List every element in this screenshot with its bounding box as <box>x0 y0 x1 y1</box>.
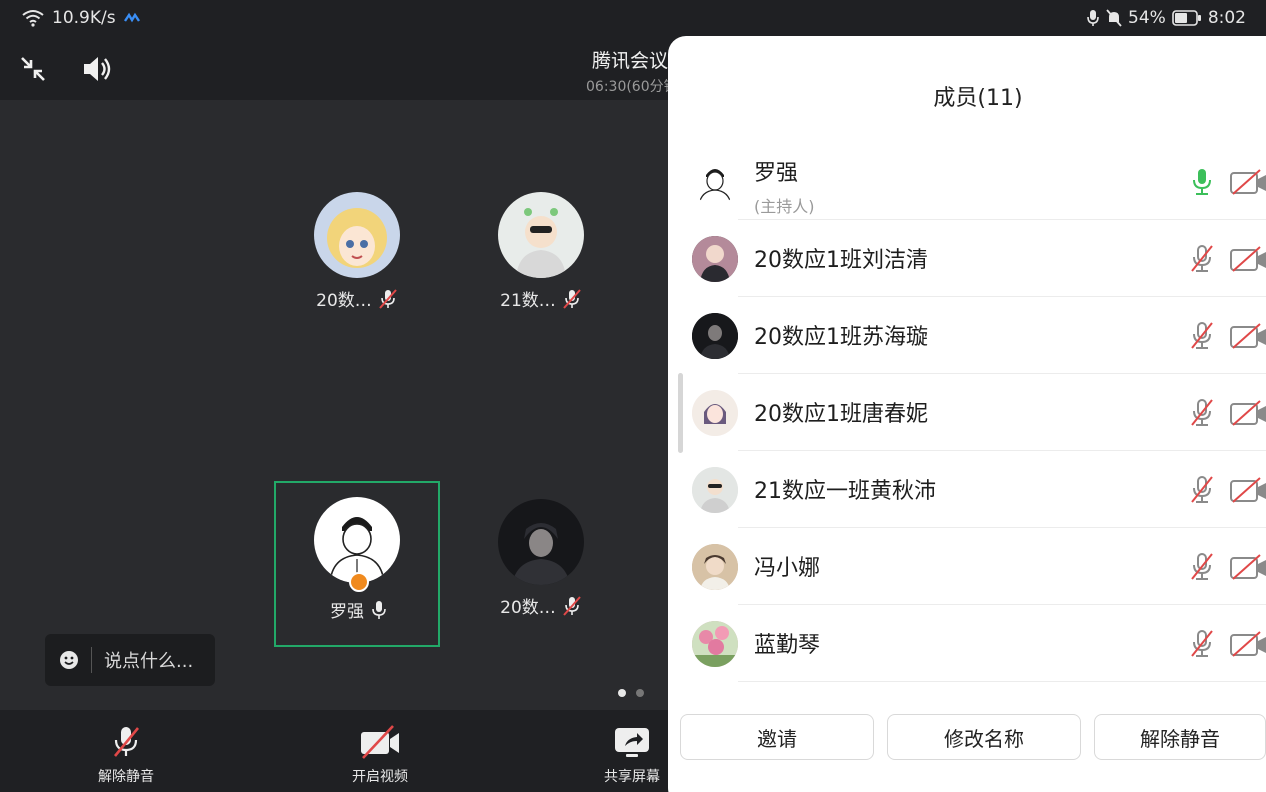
meeting-time: 06:30(60分钟 <box>586 79 678 95</box>
camera-off-icon[interactable] <box>1230 323 1266 349</box>
sync-icon <box>123 12 140 23</box>
mic-muted-icon <box>113 727 140 757</box>
chat-placeholder: 说点什么... <box>104 651 194 672</box>
participant-tile-active[interactable]: 罗强 <box>274 481 440 647</box>
meeting-screen: 10.9K/s 54% 8:02 腾讯会议 06:30(60分钟 20数… 21… <box>0 0 1266 792</box>
mute-notification-icon <box>1106 9 1122 27</box>
share-screen-label: 共享屏幕 <box>604 769 660 785</box>
host-badge-icon <box>349 572 369 592</box>
participant-tile[interactable]: 20数… <box>458 483 624 649</box>
unmute-all-button[interactable]: 解除静音 <box>1094 714 1266 760</box>
mic-status-icon <box>1087 10 1099 26</box>
mic-on-icon <box>372 600 386 619</box>
avatar <box>692 313 738 359</box>
avatar <box>692 544 738 590</box>
mic-muted-icon[interactable] <box>1188 552 1216 582</box>
share-screen-icon <box>615 728 649 757</box>
camera-off-icon[interactable] <box>1230 554 1266 580</box>
divider <box>91 647 92 673</box>
page-indicator <box>618 689 644 697</box>
avatar <box>498 192 584 278</box>
start-video-label: 开启视频 <box>352 769 408 785</box>
mic-on-icon[interactable] <box>1188 167 1216 197</box>
participant-name: 20数… <box>316 291 372 311</box>
participant-tile[interactable]: 20数… <box>274 176 440 342</box>
camera-off-icon[interactable] <box>1230 246 1266 272</box>
mic-muted-icon[interactable] <box>1188 475 1216 505</box>
panel-title: 成员(11) <box>933 86 1023 111</box>
mic-muted-icon <box>563 288 581 309</box>
member-name: 21数应一班黄秋沛 <box>754 479 936 504</box>
page-dot-current[interactable] <box>618 689 626 697</box>
mic-muted-icon[interactable] <box>1188 244 1216 274</box>
avatar <box>692 621 738 667</box>
participant-name: 21数… <box>500 291 556 311</box>
avatar <box>692 236 738 282</box>
mic-muted-icon[interactable] <box>1188 629 1216 659</box>
clock: 8:02 <box>1207 8 1246 28</box>
member-row[interactable]: 20数应1班刘洁清 <box>668 220 1266 297</box>
member-name: 20数应1班唐春妮 <box>754 402 928 427</box>
emoji-icon[interactable] <box>59 650 79 670</box>
page-dot[interactable] <box>636 689 644 697</box>
member-row[interactable]: 罗强 (主持人) <box>668 143 1266 220</box>
avatar <box>692 390 738 436</box>
member-name: 20数应1班刘洁清 <box>754 248 928 273</box>
member-row[interactable]: 20数应1班苏海璇 <box>668 297 1266 374</box>
speaker-icon[interactable] <box>80 52 114 86</box>
divider <box>738 681 1266 682</box>
member-row[interactable]: 21数应一班黄秋沛 <box>668 451 1266 528</box>
camera-off-icon[interactable] <box>1230 631 1266 657</box>
video-off-icon <box>361 725 399 759</box>
mic-muted-icon[interactable] <box>1188 398 1216 428</box>
chat-input[interactable]: 说点什么... <box>45 634 215 686</box>
members-panel: 成员(11) 罗强 (主持人) 20数应1班刘洁清 20数应1班苏海璇 20数应… <box>668 36 1266 792</box>
member-name: 蓝勤琴 <box>754 633 821 658</box>
member-name: 罗强 <box>754 161 799 186</box>
start-video-button[interactable]: 开启视频 <box>320 724 440 786</box>
camera-off-icon[interactable] <box>1230 477 1266 503</box>
camera-off-icon[interactable] <box>1230 400 1266 426</box>
avatar <box>314 497 400 583</box>
member-role: (主持人) <box>754 197 815 216</box>
battery-percent: 54% <box>1128 8 1166 28</box>
network-speed: 10.9K/s <box>52 8 116 28</box>
avatar <box>692 467 738 513</box>
mic-muted-icon <box>379 288 397 309</box>
member-row[interactable]: 蓝勤琴 <box>668 605 1266 682</box>
avatar <box>692 159 738 205</box>
avatar <box>498 499 584 585</box>
member-name: 冯小娜 <box>754 556 821 581</box>
status-bar: 10.9K/s 54% 8:02 <box>0 0 1266 36</box>
mic-muted-icon[interactable] <box>1188 321 1216 351</box>
invite-button[interactable]: 邀请 <box>680 714 874 760</box>
camera-off-icon[interactable] <box>1230 169 1266 195</box>
meeting-title[interactable]: 腾讯会议 <box>592 46 668 73</box>
participant-name: 20数… <box>500 598 556 618</box>
minimize-icon[interactable] <box>16 52 50 86</box>
member-name: 20数应1班苏海璇 <box>754 325 928 350</box>
participant-name: 罗强 <box>330 602 364 622</box>
rename-button[interactable]: 修改名称 <box>887 714 1081 760</box>
participant-tile[interactable]: 21数… <box>458 176 624 342</box>
member-row[interactable]: 20数应1班唐春妮 <box>668 374 1266 451</box>
member-row[interactable]: 冯小娜 <box>668 528 1266 605</box>
battery-icon <box>1172 10 1201 26</box>
unmute-button[interactable]: 解除静音 <box>66 724 186 786</box>
mic-muted-icon <box>563 595 581 616</box>
wifi-icon <box>22 10 44 27</box>
unmute-label: 解除静音 <box>98 769 154 785</box>
avatar <box>314 192 400 278</box>
